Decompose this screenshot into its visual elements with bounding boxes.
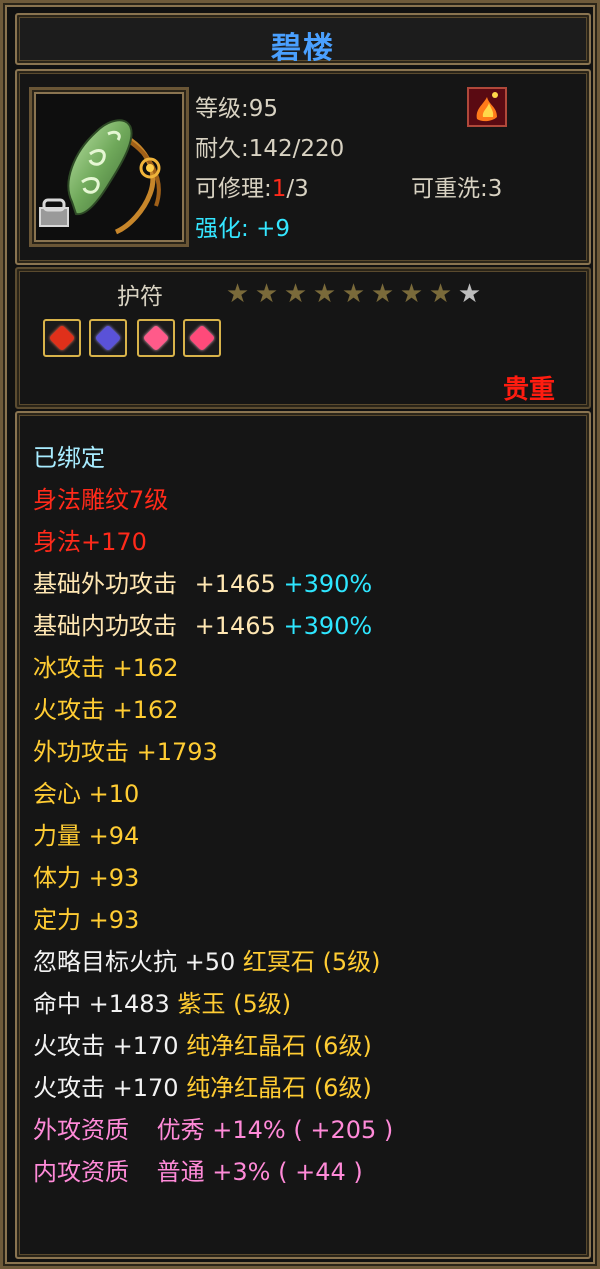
item-quality: 贵重 — [502, 375, 555, 405]
bound-status: 已绑定 — [33, 444, 105, 472]
outer-attack: 外功攻击 +1793 — [33, 738, 218, 766]
star-icon: ★ — [225, 279, 250, 309]
pink-gem-slot[interactable] — [137, 319, 175, 357]
star-icon: ★ — [428, 279, 453, 309]
pink-gem-slot[interactable] — [183, 319, 221, 357]
quality-label: 内攻资质 — [33, 1158, 129, 1186]
purple-gem-slot[interactable] — [89, 319, 127, 357]
item-rewash: 可重洗:3 — [411, 176, 503, 202]
carve-level: 身法雕纹7级 — [33, 486, 169, 514]
attr-percent: +390% — [283, 570, 373, 598]
attr-value: +1465 — [194, 612, 276, 640]
repair-current: 1 — [271, 176, 287, 202]
gem-attr-2: 命中 +1483 紫玉 (5级) — [33, 983, 393, 1025]
attr-label: 基础内功攻击 — [33, 612, 177, 640]
item-repair: 可修理:1/3 — [195, 169, 309, 203]
red-gem-slot[interactable] — [43, 319, 81, 357]
gem-name: 纯净红晶石 (6级) — [186, 1032, 372, 1060]
star-icon: ★ — [312, 279, 337, 309]
flame-badge-icon — [467, 87, 507, 127]
gem-attr-text: 忽略目标火抗 +50 — [33, 948, 236, 976]
gem-name: 红冥石 (5级) — [242, 948, 381, 976]
gem-attr-text: 火攻击 +170 — [33, 1032, 179, 1060]
star-icon: ★ — [399, 279, 424, 309]
star-empty-icon: ★ — [457, 279, 482, 309]
item-name: 碧楼 — [271, 31, 335, 66]
gem-attr-text: 命中 +1483 — [33, 990, 170, 1018]
title-bar: 碧楼 — [15, 13, 591, 66]
item-icon-frame — [29, 87, 189, 247]
enhance-label: 强化: — [195, 216, 249, 242]
repair-suffix: /3 — [286, 176, 309, 202]
item-enhance: 强化: +9 — [195, 209, 290, 243]
focus: 定力 +93 — [33, 906, 140, 934]
inner-quality: 内攻资质 普通 +3% ( +44 ) — [33, 1151, 393, 1193]
quality-grade: 普通 — [156, 1158, 205, 1186]
carve-bonus: 身法+170 — [33, 528, 147, 556]
repair-prefix: 可修理: — [195, 176, 272, 202]
attr-percent: +390% — [283, 612, 373, 640]
gem-name: 纯净红晶石 (6级) — [186, 1074, 372, 1102]
quality-grade: 优秀 — [156, 1116, 205, 1144]
vitality: 体力 +93 — [33, 864, 140, 892]
item-level: 等级:95 — [195, 96, 279, 122]
strength: 力量 +94 — [33, 822, 140, 850]
gem-attr-4: 火攻击 +170 纯净红晶石 (6级) — [33, 1067, 393, 1109]
pink-gem-icon — [142, 324, 170, 352]
enhance-stars: ★ ★ ★ ★ ★ ★ ★ ★ ★ — [223, 281, 484, 307]
base-outer-attack: 基础外功攻击 +1465 +390% — [33, 563, 393, 605]
star-icon: ★ — [341, 279, 366, 309]
gem-name: 紫玉 (5级) — [177, 990, 292, 1018]
ice-attack: 冰攻击 +162 — [33, 654, 179, 682]
outer-quality: 外攻资质 优秀 +14% ( +205 ) — [33, 1109, 393, 1151]
quality-label: 外攻资质 — [33, 1116, 129, 1144]
fire-attack: 火攻击 +162 — [33, 696, 179, 724]
red-gem-icon — [48, 324, 76, 352]
purple-gem-icon — [94, 324, 122, 352]
quality-bonus: +14% ( +205 ) — [212, 1116, 394, 1144]
attr-value: +1465 — [194, 570, 276, 598]
item-header-panel: 等级:95 耐久:142/220 可修理:1/3 可重洗:3 强化: +9 — [15, 69, 591, 265]
pink-gem-icon — [188, 324, 216, 352]
star-icon: ★ — [283, 279, 308, 309]
item-durability: 耐久:142/220 — [195, 136, 345, 162]
attr-label: 基础外功攻击 — [33, 570, 177, 598]
attribute-list: 已绑定 身法雕纹7级 身法+170 基础外功攻击 +1465 +390% 基础内… — [33, 437, 393, 1193]
jade-amulet-icon — [39, 119, 161, 235]
gem-attr-text: 火攻击 +170 — [33, 1074, 179, 1102]
item-type-panel: 护符 ★ ★ ★ ★ ★ ★ ★ ★ ★ 贵重 — [15, 267, 591, 409]
gem-attr-1: 忽略目标火抗 +50 红冥石 (5级) — [33, 941, 393, 983]
item-tooltip: 碧楼 等级:95 耐久:142/220 可修理:1/3 可重洗:3 强化: +9… — [0, 0, 600, 1269]
gem-attr-3: 火攻击 +170 纯净红晶石 (6级) — [33, 1025, 393, 1067]
crit: 会心 +10 — [33, 780, 140, 808]
enhance-value: +9 — [256, 216, 290, 242]
star-icon: ★ — [254, 279, 279, 309]
quality-bonus: +3% ( +44 ) — [212, 1158, 363, 1186]
attribute-panel: 已绑定 身法雕纹7级 身法+170 基础外功攻击 +1465 +390% 基础内… — [15, 411, 591, 1259]
item-type-label: 护符 — [117, 284, 163, 310]
base-inner-attack: 基础内功攻击 +1465 +390% — [33, 605, 393, 647]
star-icon: ★ — [370, 279, 395, 309]
